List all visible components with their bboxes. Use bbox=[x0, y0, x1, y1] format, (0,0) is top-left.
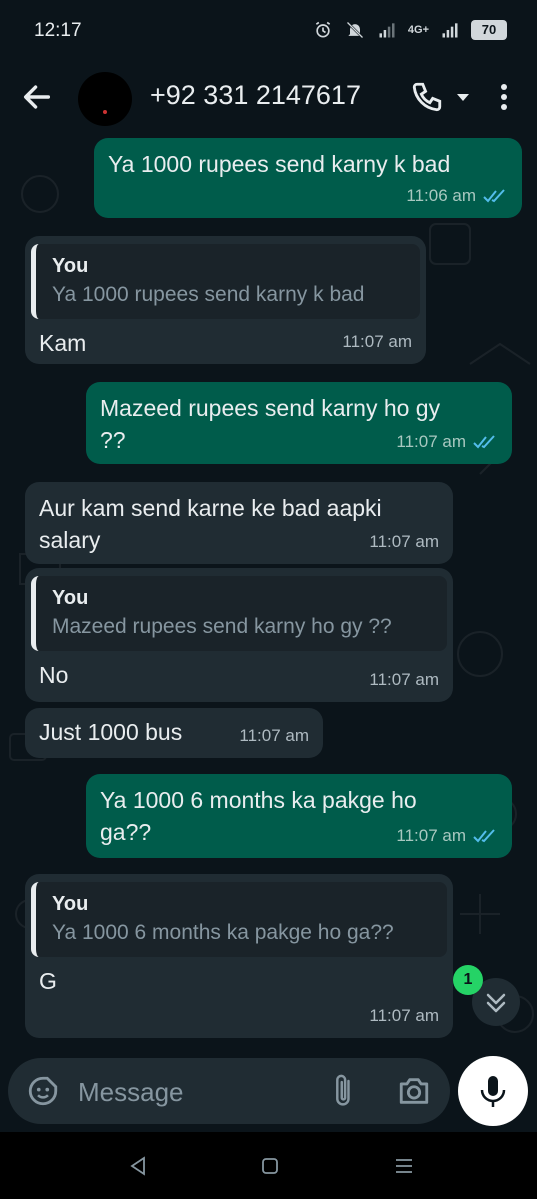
message-time: 11:07 am bbox=[369, 1006, 439, 1025]
message-input[interactable] bbox=[78, 1072, 318, 1112]
message-time: 11:07 am bbox=[396, 826, 466, 845]
message-incoming[interactable]: Aur kam send karne ke bad aapki salary 1… bbox=[25, 482, 453, 564]
nav-home-icon[interactable] bbox=[258, 1154, 282, 1178]
message-text: Just 1000 bus bbox=[39, 719, 183, 745]
quote-text: Ya 1000 rupees send karny k bad bbox=[52, 283, 365, 306]
message-meta: 11:07 am bbox=[239, 720, 309, 752]
message-incoming[interactable]: You Ya 1000 rupees send karny k bad Kam … bbox=[25, 236, 426, 364]
unread-count-badge: 1 bbox=[453, 965, 483, 995]
message-text: No bbox=[39, 662, 69, 688]
more-vert-icon[interactable] bbox=[494, 80, 514, 114]
quote-author: You bbox=[52, 587, 89, 609]
message-incoming[interactable]: You Ya 1000 6 months ka pakge ho ga?? G … bbox=[25, 874, 453, 1038]
back-arrow-icon[interactable] bbox=[20, 80, 54, 114]
quoted-message[interactable]: You Mazeed rupees send karny ho gy ?? bbox=[31, 576, 447, 651]
paperclip-icon[interactable] bbox=[330, 1072, 358, 1110]
mute-bell-icon bbox=[346, 21, 364, 39]
message-meta: 11:07 am bbox=[369, 664, 439, 696]
message-meta: 11:07 am bbox=[396, 820, 498, 852]
message-outgoing[interactable]: Ya 1000 rupees send karny k bad 11:06 am bbox=[94, 138, 522, 218]
message-incoming[interactable]: Just 1000 bus 11:07 am bbox=[25, 708, 323, 758]
battery-indicator: 70 bbox=[471, 20, 507, 40]
signal-icon-2 bbox=[442, 23, 458, 38]
message-meta: 11:07 am bbox=[396, 426, 498, 458]
quote-text: Ya 1000 6 months ka pakge ho ga?? bbox=[52, 921, 394, 944]
message-time: 11:07 am bbox=[369, 532, 439, 551]
message-text: G bbox=[39, 968, 57, 994]
status-bar: 12:17 4G+ 70 bbox=[0, 0, 537, 62]
network-type-label: 4G+ bbox=[407, 24, 429, 36]
nav-recents-icon[interactable] bbox=[392, 1154, 416, 1178]
system-nav-bar bbox=[0, 1132, 537, 1199]
chat-area[interactable]: Ya 1000 rupees send karny k bad 11:06 am… bbox=[0, 134, 537, 1049]
message-meta: 11:07 am bbox=[342, 326, 412, 358]
quoted-message[interactable]: You Ya 1000 rupees send karny k bad bbox=[31, 244, 420, 319]
message-text: Kam bbox=[39, 330, 87, 356]
chat-header: +92 331 2147617 bbox=[0, 62, 537, 134]
quoted-message[interactable]: You Ya 1000 6 months ka pakge ho ga?? bbox=[31, 882, 447, 957]
read-ticks-icon bbox=[473, 829, 495, 843]
phone-icon[interactable] bbox=[410, 80, 444, 114]
read-ticks-icon bbox=[473, 435, 495, 449]
message-time: 11:07 am bbox=[369, 670, 439, 689]
message-time: 11:07 am bbox=[396, 432, 466, 451]
avatar[interactable] bbox=[78, 72, 132, 126]
contact-name[interactable]: +92 331 2147617 bbox=[150, 80, 361, 111]
camera-icon[interactable] bbox=[396, 1074, 432, 1108]
quote-author: You bbox=[52, 255, 89, 277]
mic-button[interactable] bbox=[458, 1056, 528, 1126]
dropdown-caret-icon[interactable] bbox=[455, 90, 471, 104]
quote-text: Mazeed rupees send karny ho gy ?? bbox=[52, 615, 392, 638]
signal-icon bbox=[379, 23, 395, 38]
message-outgoing[interactable]: Ya 1000 6 months ka pakge ho ga?? 11:07 … bbox=[86, 774, 512, 858]
message-meta: 11:07 am bbox=[369, 1000, 439, 1032]
status-icons: 4G+ 70 bbox=[312, 20, 507, 40]
avatar-image-detail bbox=[103, 110, 107, 114]
sticker-icon[interactable] bbox=[26, 1074, 60, 1108]
message-outgoing[interactable]: Mazeed rupees send karny ho gy ?? 11:07 … bbox=[86, 382, 512, 464]
status-time: 12:17 bbox=[34, 20, 82, 41]
message-time: 11:07 am bbox=[239, 726, 309, 745]
message-text: Ya 1000 rupees send karny k bad bbox=[108, 151, 451, 177]
message-composer bbox=[8, 1058, 450, 1124]
message-time: 11:07 am bbox=[342, 332, 412, 351]
quote-author: You bbox=[52, 893, 89, 915]
message-meta: 11:06 am bbox=[406, 180, 508, 212]
microphone-icon bbox=[480, 1076, 506, 1107]
message-time: 11:06 am bbox=[406, 186, 476, 205]
nav-back-icon[interactable] bbox=[126, 1154, 150, 1178]
read-ticks-icon bbox=[483, 189, 505, 203]
message-meta: 11:07 am bbox=[369, 526, 439, 558]
message-incoming[interactable]: You Mazeed rupees send karny ho gy ?? No… bbox=[25, 568, 453, 702]
alarm-icon bbox=[315, 21, 331, 38]
